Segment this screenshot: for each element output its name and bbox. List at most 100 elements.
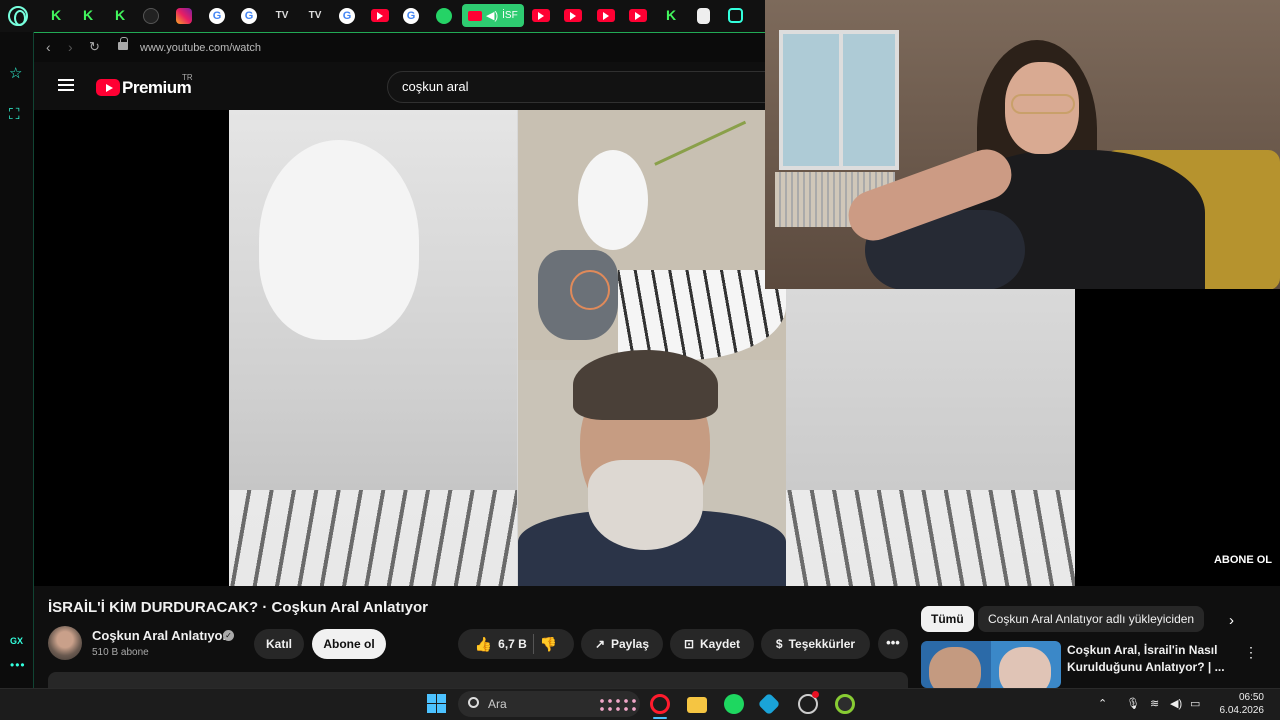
youtube-brand[interactable]: Premium <box>122 78 192 98</box>
menu-icon[interactable] <box>58 79 74 91</box>
forward-icon[interactable]: › <box>68 39 73 55</box>
search-highlight-icon <box>598 697 636 711</box>
active-tab[interactable]: ◀) İSF <box>462 4 524 27</box>
thumbs-down-icon[interactable]: 👎 <box>540 636 557 653</box>
kick-tab-icon[interactable]: K <box>111 6 129 24</box>
presenter-beard <box>588 460 703 550</box>
speaker-icon[interactable]: ◀) <box>486 9 498 22</box>
youtube-logo-icon[interactable] <box>96 79 120 96</box>
kebab-menu-icon[interactable]: ⋮ <box>1244 644 1258 661</box>
windows-start-icon[interactable] <box>427 694 446 713</box>
wifi-icon[interactable]: ≋ <box>1150 697 1159 710</box>
file-explorer-icon[interactable] <box>687 697 707 713</box>
join-label: Katıl <box>265 637 292 651</box>
presenter-video <box>518 350 786 586</box>
url-field[interactable]: www.youtube.com/watch <box>140 42 261 54</box>
subscriber-count: 510 B abone <box>92 647 149 658</box>
like-count[interactable]: 6,7 B <box>498 637 527 651</box>
microphone-icon[interactable]: 🎙 <box>1126 697 1140 710</box>
description-box[interactable] <box>48 672 908 688</box>
active-app-indicator <box>653 717 667 719</box>
spotify-icon[interactable] <box>724 694 744 714</box>
save-label: Kaydet <box>700 637 741 651</box>
youtube-icon <box>468 10 482 21</box>
more-actions-icon[interactable]: ••• <box>878 629 908 659</box>
region-code: TR <box>182 73 193 82</box>
kodi-icon[interactable] <box>757 692 781 716</box>
crosshair-image <box>570 270 610 310</box>
recommendation-title[interactable]: Coşkun Aral, İsrail'in Nasıl Kurulduğunu… <box>1067 642 1227 676</box>
share-label: Paylaş <box>611 637 650 651</box>
tradingview-tab-icon[interactable]: TV <box>306 6 324 24</box>
star-icon[interactable]: ☆ <box>9 64 22 82</box>
channel-avatar[interactable] <box>48 626 82 660</box>
subscribe-button[interactable]: Abone ol <box>312 629 386 659</box>
kick-tab-icon[interactable]: K <box>47 6 65 24</box>
start-tile <box>437 704 446 713</box>
divider <box>532 634 534 654</box>
youtube-tab-icon[interactable] <box>532 9 550 22</box>
kick-tab-icon[interactable]: K <box>662 6 680 24</box>
join-button[interactable]: Katıl <box>254 629 304 659</box>
youtube-tab-icon[interactable] <box>371 9 389 22</box>
notification-dot-icon <box>812 691 819 698</box>
youtube-tab-icon[interactable] <box>629 9 647 22</box>
webcam-window <box>779 30 899 170</box>
verified-icon: ✓ <box>223 630 234 641</box>
google-tab-icon[interactable]: G <box>241 8 257 24</box>
presenter-hair <box>573 350 718 420</box>
thumbs-up-icon[interactable]: 👍 <box>475 636 492 653</box>
gx-label[interactable]: GX <box>10 636 23 646</box>
dove-image <box>259 140 419 340</box>
opera-gx-icon[interactable] <box>650 694 670 714</box>
kick-tab-icon[interactable]: K <box>79 6 97 24</box>
search-input[interactable]: coşkun aral <box>387 71 787 103</box>
windows-taskbar: Ara ⌃ 🎙 ≋ ◀) ▭ 06:50 6.04.2026 <box>0 688 1280 720</box>
youtube-tab-icon[interactable] <box>564 9 582 22</box>
clock-date[interactable]: 6.04.2026 <box>1212 705 1265 716</box>
chip-from-uploader[interactable]: Coşkun Aral Anlatıyor adlı yükleyiciden <box>978 606 1205 632</box>
chip-all[interactable]: Tümü <box>921 606 974 632</box>
app-tab-icon[interactable] <box>143 8 159 24</box>
app-tab-icon[interactable] <box>728 8 743 23</box>
video-title: İSRAİL'İ KİM DURDURACAK? · Coşkun Aral A… <box>48 599 428 616</box>
recording-app-icon[interactable] <box>835 694 855 714</box>
subscribe-watermark[interactable]: ABONE OL <box>1214 554 1272 566</box>
sidebar-app-icon[interactable]: ⛶ <box>9 106 20 123</box>
save-button[interactable]: ⊡ Kaydet <box>670 629 754 659</box>
google-tab-icon[interactable]: G <box>209 8 225 24</box>
taskbar-search[interactable]: Ara <box>458 691 640 717</box>
whatsapp-tab-icon[interactable] <box>436 8 452 24</box>
screen: K K K G G TV TV G G ◀) İSF K ☆ ⛶ GX ••• … <box>0 0 1280 720</box>
more-icon[interactable]: ••• <box>10 658 26 672</box>
document-tab-icon[interactable] <box>697 8 710 24</box>
reload-icon[interactable]: ↻ <box>89 39 100 55</box>
thanks-icon: $ <box>775 637 783 651</box>
gx-sidebar: ☆ ⛶ GX ••• <box>0 32 34 688</box>
wing-image <box>786 490 1075 586</box>
tradingview-tab-icon[interactable]: TV <box>273 6 291 24</box>
instagram-tab-icon[interactable] <box>176 8 192 24</box>
share-button[interactable]: ↗ Paylaş <box>581 629 663 659</box>
clock-time[interactable]: 06:50 <box>1228 692 1264 703</box>
olive-branch-image <box>654 120 762 200</box>
start-tile <box>427 704 436 713</box>
share-icon: ↗ <box>594 637 605 651</box>
youtube-tab-icon[interactable] <box>597 9 615 22</box>
search-icon <box>468 697 479 708</box>
channel-name[interactable]: Coşkun Aral Anlatıyor <box>92 628 228 643</box>
wing-image <box>618 270 786 360</box>
recommendation-thumbnail[interactable] <box>921 641 1061 688</box>
back-icon[interactable]: ‹ <box>46 39 51 55</box>
volume-icon[interactable]: ◀) <box>1170 697 1182 710</box>
battery-icon[interactable]: ▭ <box>1190 697 1200 710</box>
thanks-button[interactable]: $ Teşekkürler <box>761 629 870 659</box>
google-tab-icon[interactable]: G <box>339 8 355 24</box>
opera-gx-logo-icon[interactable] <box>8 6 28 26</box>
chevron-up-icon[interactable]: ⌃ <box>1098 697 1107 710</box>
google-tab-icon[interactable]: G <box>403 8 419 24</box>
chevron-right-icon[interactable]: › <box>1229 612 1234 629</box>
youtube-header: Premium TR coşkun aral <box>34 62 787 110</box>
start-tile <box>437 694 446 703</box>
like-dislike-group: 👍 6,7 B 👎 <box>458 629 574 659</box>
